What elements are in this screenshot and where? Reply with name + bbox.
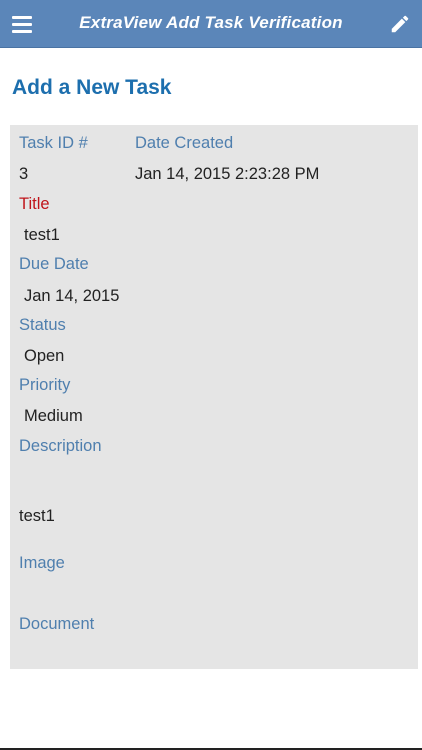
task-id-value: 3: [19, 165, 29, 183]
status-value: Open: [24, 347, 65, 365]
header-bar: ExtraView Add Task Verification: [0, 0, 422, 48]
image-label: Image: [19, 554, 65, 572]
app-screen: ExtraView Add Task Verification Add a Ne…: [0, 0, 422, 750]
date-created-label: Date Created: [135, 134, 234, 152]
due-date-value: Jan 14, 2015: [24, 287, 120, 305]
title-value: test1: [24, 226, 60, 244]
title-label: Title: [19, 195, 50, 213]
description-value: test1: [19, 507, 55, 525]
priority-label: Priority: [19, 376, 71, 394]
description-label: Description: [19, 437, 102, 455]
priority-value: Medium: [24, 407, 83, 425]
due-date-label: Due Date: [19, 255, 89, 273]
task-id-label: Task ID #: [19, 134, 88, 152]
page-title: Add a New Task: [12, 76, 172, 99]
date-created-value: Jan 14, 2015 2:23:28 PM: [135, 165, 320, 183]
document-label: Document: [19, 615, 95, 633]
header-title: ExtraView Add Task Verification: [79, 13, 343, 32]
status-label: Status: [19, 316, 66, 334]
pencil-icon[interactable]: [384, 8, 416, 40]
task-details-panel: Task ID # Date Created 3 Jan 14, 2015 2:…: [10, 125, 418, 669]
